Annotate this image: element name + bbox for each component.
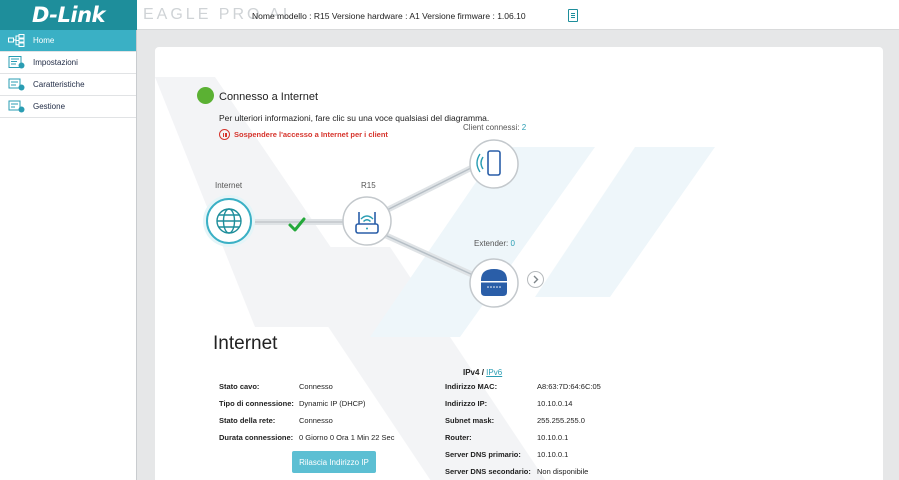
kv-right-2: Subnet mask: <box>445 416 495 425</box>
clients-label-text: Client connessi: <box>463 123 520 132</box>
document-icon[interactable] <box>568 9 578 22</box>
router-extender-link-inner <box>384 234 474 276</box>
kv-right-1-value: 10.10.0.14 <box>537 399 573 408</box>
features-icon <box>8 78 25 91</box>
extender-label: Extender: 0 <box>474 239 515 248</box>
kv-left-1: Tipo di connessione: <box>219 399 294 408</box>
extender-next-button[interactable] <box>527 271 544 288</box>
model-info: Nome modello : R15 Versione hardware : A… <box>252 11 526 21</box>
logo-text: D-Link <box>31 3 106 27</box>
sidebar-item-home[interactable]: Home <box>0 30 136 52</box>
kv-right-5: Server DNS secondario: <box>445 467 531 476</box>
extender-label-text: Extender: <box>474 239 509 248</box>
kv-left-3-value: 0 Giorno 0 Ora 1 Min 22 Sec <box>299 433 395 442</box>
sidebar-item-impostazioni[interactable]: Impostazioni <box>0 52 136 74</box>
kv-right-3-value: 10.10.0.1 <box>537 433 569 442</box>
router-node[interactable] <box>342 196 392 246</box>
kv-right-5-value: Non disponibile <box>537 467 589 476</box>
kv-right-4: Server DNS primario: <box>445 450 521 459</box>
sidebar: Home Impostazioni Caratteristiche Gestio… <box>0 30 137 480</box>
router-node-label: R15 <box>361 181 376 190</box>
ipv6-tab[interactable]: IPv6 <box>486 368 502 377</box>
sidebar-item-label: Gestione <box>33 101 66 111</box>
clients-label: Client connessi: 2 <box>463 123 526 132</box>
sidebar-item-label: Impostazioni <box>33 57 78 67</box>
kv-right-0-value: A8:63:7D:64:6C:05 <box>537 382 601 391</box>
kv-right-2-value: 255.255.255.0 <box>537 416 585 425</box>
top-header: D-Link EAGLE PRO AI Nome modello : R15 V… <box>0 0 899 30</box>
sidebar-item-gestione[interactable]: Gestione <box>0 96 136 118</box>
kv-left-1-value: Dynamic IP (DHCP) <box>299 399 366 408</box>
router-clients-link-inner <box>384 166 474 212</box>
kv-left-0-value: Connesso <box>299 382 333 391</box>
ipv4-tab[interactable]: IPv4 <box>463 368 479 377</box>
sidebar-item-label: Caratteristiche <box>33 79 85 89</box>
kv-left-2-value: Connesso <box>299 416 333 425</box>
kv-right-3: Router: <box>445 433 472 442</box>
kv-right-4-value: 10.10.0.1 <box>537 450 569 459</box>
release-ip-button[interactable]: Rilascia Indirizzo IP <box>292 451 376 473</box>
internet-node-label: Internet <box>215 181 243 190</box>
internet-node[interactable] <box>203 195 255 247</box>
kv-right-1: Indirizzo IP: <box>445 399 488 408</box>
kv-left-3: Durata connessione: <box>219 433 294 442</box>
kv-right-0: Indirizzo MAC: <box>445 382 498 391</box>
kv-left-0: Stato cavo: <box>219 382 260 391</box>
main-card: Connesso a Internet Per ulteriori inform… <box>155 47 883 480</box>
extender-icon <box>481 269 507 296</box>
settings-icon <box>8 56 25 69</box>
kv-left-2: Stato della rete: <box>219 416 276 425</box>
ip-separator: / <box>481 368 484 377</box>
internet-section-title: Internet <box>213 333 278 354</box>
extender-count: 0 <box>510 239 515 248</box>
network-map-icon <box>8 34 25 47</box>
extender-node[interactable] <box>469 258 519 308</box>
ip-version-switch: IPv4 / IPv6 <box>463 368 502 377</box>
management-icon <box>8 100 25 113</box>
dlink-logo[interactable]: D-Link <box>0 0 137 30</box>
chevron-right-icon <box>533 275 539 284</box>
sidebar-item-caratteristiche[interactable]: Caratteristiche <box>0 74 136 96</box>
sidebar-item-label: Home <box>33 35 55 45</box>
clients-node[interactable] <box>469 139 519 189</box>
clients-count: 2 <box>521 123 527 132</box>
network-diagram <box>203 139 519 308</box>
